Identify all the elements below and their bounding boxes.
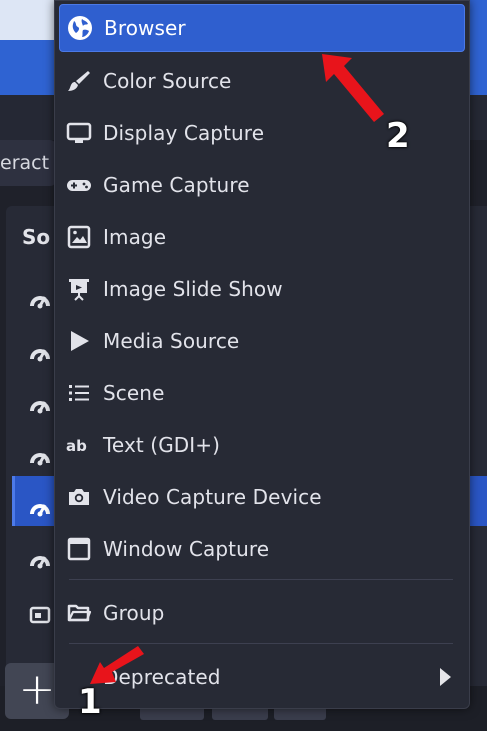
menu-item-label: Image — [103, 225, 167, 249]
annotation-arrow-2 — [322, 54, 384, 122]
menu-item-label: Color Source — [103, 69, 232, 93]
annotation-step-1: 1 — [78, 682, 102, 722]
list-icon — [65, 379, 93, 407]
menu-item-image-slide-show[interactable]: Image Slide Show — [59, 265, 465, 313]
interact-button[interactable]: eract — [0, 140, 56, 186]
camera-icon — [65, 483, 93, 511]
paint-brush-icon — [65, 67, 93, 95]
window-capture-icon — [29, 606, 51, 624]
menu-item-label: Browser — [104, 16, 186, 40]
menu-item-label: Text (GDI+) — [103, 433, 221, 457]
browser-icon — [30, 556, 50, 569]
gamepad-icon — [65, 171, 93, 199]
menu-item-video-capture-device[interactable]: Video Capture Device — [59, 473, 465, 521]
monitor-icon — [65, 119, 93, 147]
menu-item-label: Media Source — [103, 329, 240, 353]
image-icon — [65, 223, 93, 251]
text-ab-icon: ab — [65, 431, 93, 459]
browser-icon — [30, 296, 50, 309]
chevron-right-icon — [440, 668, 451, 686]
obs-window: eract So + Browser Color Source Display … — [0, 0, 487, 731]
menu-item-text-gdi[interactable]: ab Text (GDI+) — [59, 421, 465, 469]
menu-item-group[interactable]: Group — [59, 589, 465, 637]
menu-separator — [69, 579, 453, 580]
menu-item-label: Image Slide Show — [103, 277, 283, 301]
menu-item-image[interactable]: Image — [59, 213, 465, 261]
menu-item-media-source[interactable]: Media Source — [59, 317, 465, 365]
browser-icon — [30, 504, 50, 517]
menu-item-browser[interactable]: Browser — [59, 4, 465, 52]
menu-item-label: Game Capture — [103, 173, 250, 197]
svg-text:ab: ab — [66, 437, 87, 455]
add-source-menu: Browser Color Source Display Capture Gam… — [54, 0, 470, 709]
menu-item-window-capture[interactable]: Window Capture — [59, 525, 465, 573]
play-icon — [65, 327, 93, 355]
browser-icon — [30, 349, 50, 362]
browser-icon — [30, 401, 50, 414]
globe-icon — [66, 14, 94, 42]
menu-item-label: Video Capture Device — [103, 485, 322, 509]
window-icon — [65, 535, 93, 563]
menu-item-label: Scene — [103, 381, 165, 405]
menu-item-game-capture[interactable]: Game Capture — [59, 161, 465, 209]
annotation-step-2: 2 — [386, 116, 410, 156]
browser-icon — [30, 453, 50, 466]
menu-item-color-source[interactable]: Color Source — [59, 57, 465, 105]
folder-icon — [65, 599, 93, 627]
menu-item-label: Display Capture — [103, 121, 265, 145]
menu-item-scene[interactable]: Scene — [59, 369, 465, 417]
menu-item-label: Window Capture — [103, 537, 270, 561]
menu-item-label: Group — [103, 601, 165, 625]
slideshow-icon — [65, 275, 93, 303]
